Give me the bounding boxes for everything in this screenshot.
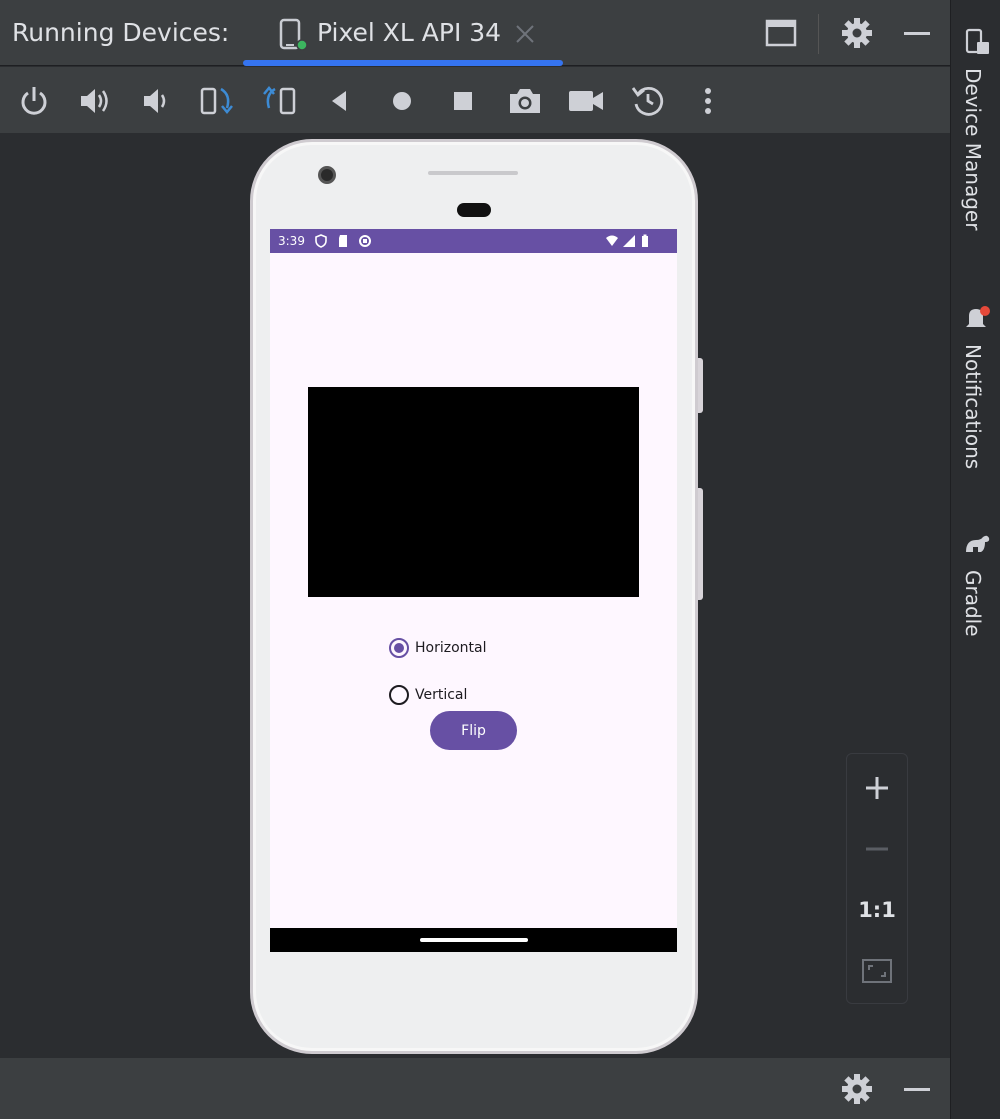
flip-button[interactable]: Flip bbox=[430, 711, 517, 750]
gear-icon bbox=[842, 18, 872, 48]
power-icon bbox=[21, 87, 47, 115]
back-button[interactable] bbox=[320, 81, 360, 121]
right-tool-strip: Device Manager Notifications Gradle bbox=[950, 0, 1000, 1119]
device-manager-icon bbox=[965, 28, 989, 54]
settings-button[interactable] bbox=[838, 14, 876, 52]
more-vertical-icon bbox=[705, 88, 711, 114]
panel-title: Running Devices: bbox=[12, 18, 230, 47]
rotate-left-button[interactable] bbox=[197, 81, 237, 121]
battery-icon bbox=[642, 234, 648, 247]
more-options-button[interactable] bbox=[688, 81, 728, 121]
phone-sensor bbox=[457, 203, 491, 217]
gradle-icon bbox=[966, 535, 990, 552]
minus-icon bbox=[866, 847, 888, 851]
sidebar-item-label: Notifications bbox=[961, 344, 985, 470]
tab-pixel-xl-api-34[interactable]: Pixel XL API 34 bbox=[243, 0, 563, 66]
minimize-icon bbox=[904, 1088, 930, 1091]
history-icon bbox=[631, 86, 664, 116]
status-time: 3:39 bbox=[278, 234, 305, 248]
screen-record-button[interactable] bbox=[566, 81, 606, 121]
android-status-bar: 3:39 bbox=[270, 229, 677, 253]
tab-active-indicator bbox=[243, 60, 563, 66]
zoom-one-to-one-label: 1:1 bbox=[858, 898, 896, 922]
gear-icon bbox=[842, 1074, 872, 1104]
phone-speaker bbox=[428, 171, 518, 175]
home-button[interactable] bbox=[382, 81, 422, 121]
power-button[interactable] bbox=[14, 81, 54, 121]
header-separator bbox=[818, 14, 819, 54]
zoom-fit-button[interactable] bbox=[847, 943, 907, 999]
radio-horizontal-label: Horizontal bbox=[415, 640, 487, 656]
home-icon bbox=[393, 92, 411, 110]
bottom-bar bbox=[0, 1058, 950, 1119]
bottom-settings-button[interactable] bbox=[838, 1070, 876, 1108]
sidebar-item-label: Gradle bbox=[961, 570, 985, 637]
android-nav-bar bbox=[270, 928, 677, 952]
phone-power-key[interactable] bbox=[698, 358, 703, 413]
sidebar-item-label: Device Manager bbox=[961, 68, 985, 231]
rotate-right-button[interactable] bbox=[259, 81, 299, 121]
volume-down-button[interactable] bbox=[136, 81, 176, 121]
zoom-controls: 1:1 bbox=[846, 753, 908, 1004]
window-layout-button[interactable] bbox=[762, 14, 800, 52]
rotate-right-icon bbox=[263, 86, 296, 115]
close-icon[interactable] bbox=[513, 18, 537, 48]
sidebar-item-gradle[interactable]: Gradle bbox=[951, 528, 1000, 648]
gesture-handle[interactable] bbox=[420, 938, 528, 942]
cell-signal-icon bbox=[623, 235, 635, 247]
bottom-minimize-button[interactable] bbox=[898, 1070, 936, 1108]
sd-card-icon bbox=[339, 235, 347, 247]
tab-label: Pixel XL API 34 bbox=[317, 18, 502, 47]
snapshot-button[interactable] bbox=[628, 81, 668, 121]
overview-button[interactable] bbox=[443, 81, 483, 121]
shield-icon bbox=[315, 234, 327, 248]
zoom-out-button[interactable] bbox=[847, 821, 907, 877]
radio-vertical-label: Vertical bbox=[415, 687, 468, 703]
wifi-icon bbox=[606, 235, 618, 246]
video-camera-icon bbox=[569, 91, 603, 111]
radio-horizontal[interactable] bbox=[389, 638, 409, 658]
phone-volume-key[interactable] bbox=[698, 488, 703, 600]
volume-up-icon bbox=[81, 89, 108, 113]
device-toolbar bbox=[0, 67, 950, 133]
zoom-actual-size-button[interactable]: 1:1 bbox=[847, 882, 907, 938]
sidebar-item-notifications[interactable]: Notifications bbox=[951, 302, 1000, 492]
camera-icon bbox=[510, 89, 540, 113]
minimize-icon bbox=[904, 32, 930, 35]
back-icon bbox=[332, 91, 346, 111]
fit-screen-icon bbox=[862, 959, 892, 983]
device-tab-icon bbox=[279, 18, 308, 51]
sync-icon bbox=[359, 235, 371, 247]
running-devices-header: Running Devices: Pixel XL API 34 bbox=[0, 0, 950, 66]
radio-vertical[interactable] bbox=[389, 685, 409, 705]
window-icon bbox=[765, 19, 797, 47]
sidebar-item-device-manager[interactable]: Device Manager bbox=[951, 26, 1000, 256]
plus-icon bbox=[866, 777, 888, 799]
volume-up-button[interactable] bbox=[75, 81, 115, 121]
screenshot-button[interactable] bbox=[505, 81, 545, 121]
minimize-button[interactable] bbox=[898, 14, 936, 52]
zoom-in-button[interactable] bbox=[847, 760, 907, 816]
volume-down-icon bbox=[144, 89, 166, 113]
overview-icon bbox=[454, 92, 472, 110]
front-camera bbox=[318, 166, 336, 184]
rotate-left-icon bbox=[200, 87, 233, 115]
video-view bbox=[308, 387, 639, 597]
device-screen[interactable]: 3:39 Horizontal Vertical Flip bbox=[270, 229, 677, 952]
bell-icon bbox=[966, 306, 990, 327]
